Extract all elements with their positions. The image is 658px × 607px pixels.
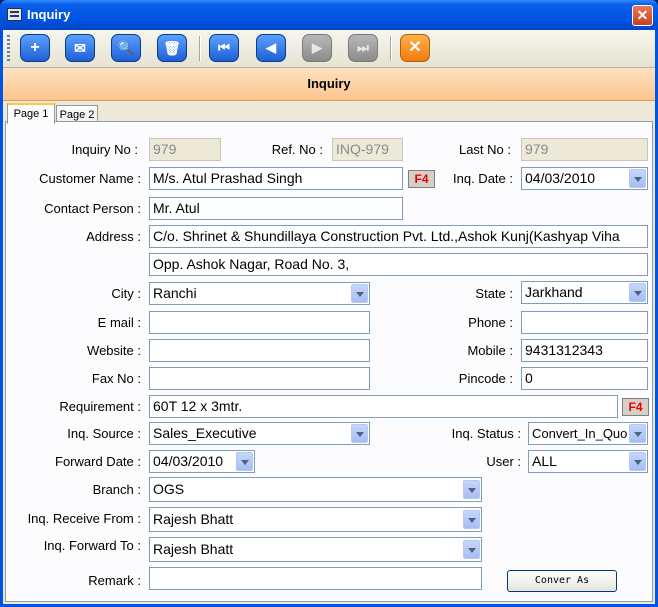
receive-from-select[interactable]: Rajesh Bhatt	[149, 507, 482, 532]
inquiry-no-label: Inquiry No :	[71, 142, 138, 157]
requirement-label: Requirement :	[59, 399, 141, 414]
close-form-button[interactable]: ✕	[400, 34, 430, 62]
branch-select[interactable]: OGS	[149, 477, 482, 502]
inq-date-picker[interactable]: 04/03/2010	[521, 167, 648, 190]
user-select[interactable]: ALL	[528, 450, 648, 473]
inq-source-label: Inq. Source :	[67, 426, 141, 441]
forward-to-label: Inq. Forward To :	[43, 538, 141, 553]
last-no-label: Last No :	[458, 142, 511, 157]
window-title: Inquiry	[27, 7, 71, 22]
toolbar-grip[interactable]	[7, 35, 10, 62]
chevron-down-icon[interactable]	[463, 510, 480, 529]
form-banner: Inquiry	[3, 68, 655, 101]
requirement-lookup-f4-button[interactable]: F4	[622, 398, 649, 416]
previous-record-button[interactable]: ◀	[256, 34, 286, 62]
city-label: City :	[111, 286, 141, 301]
user-label: User :	[486, 454, 521, 469]
add-button[interactable]: +	[20, 34, 50, 62]
chevron-down-icon[interactable]	[463, 540, 480, 559]
forward-to-select[interactable]: Rajesh Bhatt	[149, 537, 482, 562]
mail-button[interactable]: ✉	[65, 34, 95, 62]
forward-date-value: 04/03/2010	[153, 453, 224, 469]
state-value: Jarkhand	[525, 284, 583, 300]
customer-lookup-f4-button[interactable]: F4	[408, 170, 435, 188]
customer-name-field[interactable]: M/s. Atul Prashad Singh	[149, 167, 403, 190]
last-no-field[interactable]: 979	[521, 138, 648, 161]
first-record-button[interactable]: ⏮	[209, 34, 239, 62]
forward-date-label: Forward Date :	[55, 454, 141, 469]
chevron-down-icon[interactable]	[629, 169, 646, 188]
chevron-down-icon[interactable]	[629, 283, 646, 302]
ref-no-label: Ref. No :	[271, 142, 323, 157]
fax-field[interactable]	[149, 367, 370, 390]
convert-as-button[interactable]: Conver As	[507, 570, 617, 592]
mobile-field[interactable]: 9431312343	[521, 339, 648, 362]
phone-field[interactable]	[521, 311, 648, 334]
search-button[interactable]: 🔍	[111, 34, 141, 62]
forward-date-picker[interactable]: 04/03/2010	[149, 450, 255, 473]
phone-label: Phone :	[468, 315, 513, 330]
chevron-down-icon[interactable]	[463, 480, 480, 499]
chevron-down-icon[interactable]	[629, 452, 646, 471]
inq-status-label: Inq. Status :	[451, 426, 521, 441]
ref-no-field[interactable]: INQ-979	[332, 138, 403, 161]
state-label: State :	[475, 286, 513, 301]
receive-from-label: Inq. Receive From :	[27, 511, 141, 526]
website-label: Website :	[87, 343, 141, 358]
contact-person-label: Contact Person :	[44, 201, 141, 216]
state-select[interactable]: Jarkhand	[521, 281, 648, 304]
contact-person-field[interactable]: Mr. Atul	[149, 197, 403, 220]
address-line-1-field[interactable]: C/o. Shrinet & Shundillaya Construction …	[149, 225, 648, 248]
branch-label: Branch :	[92, 482, 141, 497]
inq-status-value: Convert_In_Quo	[532, 426, 628, 441]
inq-status-select[interactable]: Convert_In_Quo	[528, 422, 648, 445]
client-area: + ✉ 🔍 🗑 ⏮ ◀ ▶ ⏭ ✕ Inquiry Page 1 Page 2 …	[3, 30, 655, 604]
chevron-down-icon[interactable]	[629, 424, 646, 443]
website-field[interactable]	[149, 339, 370, 362]
toolbar-separator	[199, 36, 201, 61]
chevron-down-icon[interactable]	[351, 284, 368, 303]
address-label: Address :	[86, 229, 141, 244]
toolbar: + ✉ 🔍 🗑 ⏮ ◀ ▶ ⏭ ✕	[3, 30, 655, 68]
city-value: Ranchi	[153, 285, 197, 301]
remark-field[interactable]	[149, 567, 482, 590]
remark-label: Remark :	[88, 573, 141, 588]
inquiry-no-field[interactable]: 979	[149, 138, 221, 161]
delete-button[interactable]: 🗑	[157, 34, 187, 62]
email-label: E mail :	[97, 315, 141, 330]
address-line-2-field[interactable]: Opp. Ashok Nagar, Road No. 3,	[149, 253, 648, 276]
inq-source-value: Sales_Executive	[153, 425, 257, 441]
pincode-field[interactable]: 0	[521, 367, 648, 390]
email-field[interactable]	[149, 311, 370, 334]
inq-date-label: Inq. Date :	[453, 171, 513, 186]
toolbar-separator	[390, 36, 392, 61]
user-value: ALL	[532, 453, 557, 469]
customer-name-label: Customer Name :	[39, 171, 141, 186]
chevron-down-icon[interactable]	[236, 452, 253, 471]
title-bar[interactable]: Inquiry ✕	[0, 0, 658, 30]
requirement-field[interactable]: 60T 12 x 3mtr.	[149, 395, 618, 418]
forward-to-value: Rajesh Bhatt	[153, 541, 234, 557]
mobile-label: Mobile :	[467, 343, 513, 358]
fax-label: Fax No :	[91, 371, 141, 386]
inquiry-window: Inquiry ✕ + ✉ 🔍 🗑 ⏮ ◀ ▶ ⏭ ✕ Inquiry Page…	[0, 0, 658, 607]
last-record-button[interactable]: ⏭	[348, 34, 378, 62]
pincode-label: Pincode :	[458, 371, 513, 386]
tab-page-1[interactable]: Page 1	[7, 103, 55, 124]
inq-source-select[interactable]: Sales_Executive	[149, 422, 370, 445]
close-window-button[interactable]: ✕	[632, 5, 653, 26]
inq-date-value: 04/03/2010	[525, 170, 596, 186]
next-record-button[interactable]: ▶	[302, 34, 332, 62]
city-select[interactable]: Ranchi	[149, 282, 370, 305]
chevron-down-icon[interactable]	[351, 424, 368, 443]
app-icon	[7, 8, 22, 21]
receive-from-value: Rajesh Bhatt	[153, 511, 234, 527]
branch-value: OGS	[153, 481, 185, 497]
